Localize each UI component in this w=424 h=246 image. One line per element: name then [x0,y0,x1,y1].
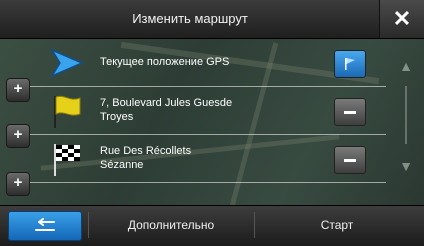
divider [88,212,89,238]
set-start-button[interactable] [334,50,366,78]
route-point-row[interactable]: Rue Des Récollets Sézanne [10,136,386,183]
scroll-down-button[interactable]: ▼ [394,146,418,186]
flag-icon [345,58,355,70]
page-title: Изменить маршрут [132,11,248,26]
route-point-list: Текущее положение GPS 7, Boulevard Jules… [0,40,390,190]
scroll-up-button[interactable]: ▲ [394,46,418,86]
remove-point-button[interactable] [334,146,366,174]
add-waypoint-button[interactable]: + [6,78,30,102]
scroll-up-icon: ▲ [399,58,413,74]
address-line-1: 7, Boulevard Jules Guesde [100,97,233,109]
route-point-label: Rue Des Récollets Sézanne [100,144,330,172]
divider [254,212,255,238]
scroll-down-icon: ▼ [399,158,413,174]
bottom-bar: Дополнительно Старт [0,205,424,246]
start-button[interactable]: Старт [256,211,418,239]
address-line-2: Sézanne [100,159,144,171]
route-point-label: Текущее положение GPS [100,56,230,68]
route-point-row[interactable]: 7, Boulevard Jules Guesde Troyes [10,88,386,135]
close-button[interactable]: ✕ [379,0,424,38]
scroll-bar[interactable]: ▲ ▼ [394,42,418,188]
address-line-1: Rue Des Récollets [100,145,192,157]
route-point-row[interactable]: Текущее положение GPS [10,40,386,87]
title-bar: Изменить маршрут ✕ [0,0,424,39]
remove-icon [344,110,356,114]
scroll-track[interactable] [405,86,407,144]
back-button[interactable] [8,211,82,241]
route-point-label: 7, Boulevard Jules Guesde Troyes [100,96,330,124]
remove-point-button[interactable] [334,98,366,126]
destination-checkered-flag-icon [54,144,80,176]
waypoint-flag-icon [54,95,81,128]
gps-position-icon [50,48,84,78]
remove-icon [344,158,356,162]
add-waypoint-button[interactable]: + [6,172,30,196]
more-options-button[interactable]: Дополнительно [90,211,252,239]
address-line-2: Troyes [100,111,134,123]
add-waypoint-button[interactable]: + [6,124,30,148]
close-icon: ✕ [392,6,412,31]
back-arrow-icon [35,218,55,231]
